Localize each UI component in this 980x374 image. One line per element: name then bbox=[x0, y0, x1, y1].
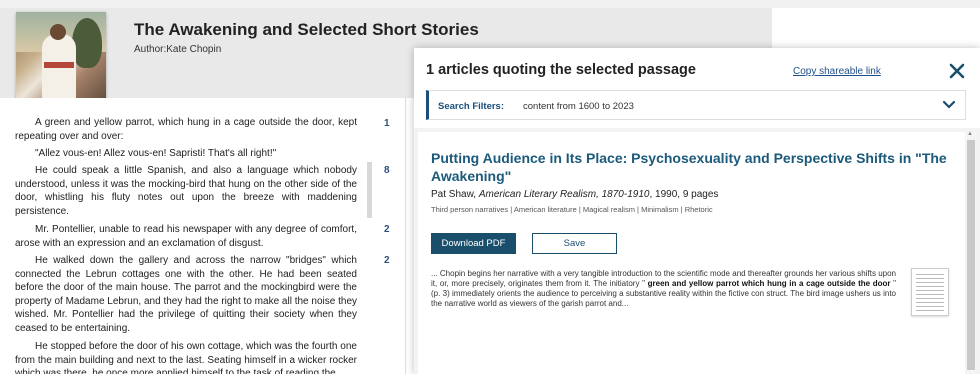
copy-shareable-link[interactable]: Copy shareable link bbox=[793, 66, 881, 77]
article-thumbnail[interactable] bbox=[911, 268, 949, 316]
book-cover-image bbox=[16, 12, 106, 104]
search-filters-toggle[interactable]: Search Filters: content from 1600 to 202… bbox=[426, 90, 966, 120]
quote-count[interactable]: 1 bbox=[384, 118, 390, 129]
top-strip bbox=[0, 0, 980, 8]
scroll-up-icon[interactable]: ▲ bbox=[967, 131, 973, 137]
quote-count[interactable]: 2 bbox=[384, 255, 390, 266]
book-title: The Awakening and Selected Short Stories bbox=[134, 20, 479, 39]
quotes-overlay-panel: 1 articles quoting the selected passage … bbox=[414, 48, 980, 374]
passage-paragraph[interactable]: He walked down the gallery and across th… bbox=[15, 254, 357, 336]
passage-paragraph[interactable]: Mr. Pontellier, unable to read his newsp… bbox=[15, 223, 357, 250]
reading-text-panel: A green and yellow parrot, which hung in… bbox=[0, 98, 406, 374]
passage-paragraph[interactable]: He stopped before the door of his own co… bbox=[15, 340, 357, 374]
article-author: Pat Shaw, bbox=[431, 189, 477, 200]
close-icon[interactable] bbox=[948, 62, 966, 80]
passage-paragraph[interactable]: He could speak a little Spanish, and als… bbox=[15, 164, 357, 218]
search-filters-value: content from 1600 to 2023 bbox=[523, 101, 634, 112]
article-snippet: ... Chopin begins her narrative with a v… bbox=[431, 269, 897, 308]
article-title-link[interactable]: Putting Audience in Its Place: Psychosex… bbox=[431, 150, 951, 185]
quote-highlight-bar bbox=[367, 162, 372, 218]
overlay-title: 1 articles quoting the selected passage bbox=[426, 62, 696, 78]
save-button[interactable]: Save bbox=[532, 233, 617, 254]
passage-paragraph[interactable]: A green and yellow parrot, which hung in… bbox=[15, 116, 357, 143]
results-scrollbar-thumb[interactable] bbox=[967, 140, 975, 370]
quoted-passage: green and yellow parrot which hung in a … bbox=[644, 278, 894, 288]
article-year-pages: , 1990, 9 pages bbox=[649, 189, 719, 200]
download-pdf-button[interactable]: Download PDF bbox=[431, 233, 516, 254]
chevron-down-icon[interactable] bbox=[943, 100, 955, 110]
quote-count[interactable]: 2 bbox=[384, 224, 390, 235]
passage-paragraph[interactable]: "Allez vous-en! Allez vous-en! Sapristi!… bbox=[15, 147, 357, 161]
quote-count[interactable]: 8 bbox=[384, 165, 390, 176]
results-list: Putting Audience in Its Place: Psychosex… bbox=[414, 128, 980, 374]
article-journal: American Literary Realism, 1870-1910 bbox=[478, 189, 650, 200]
article-meta: Pat Shaw, American Literary Realism, 187… bbox=[431, 189, 718, 200]
article-tags: Third person narratives | American liter… bbox=[431, 205, 713, 214]
article-card: Putting Audience in Its Place: Psychosex… bbox=[418, 132, 965, 374]
book-author: Author:Kate Chopin bbox=[134, 44, 222, 55]
search-filters-label: Search Filters: bbox=[438, 101, 504, 112]
